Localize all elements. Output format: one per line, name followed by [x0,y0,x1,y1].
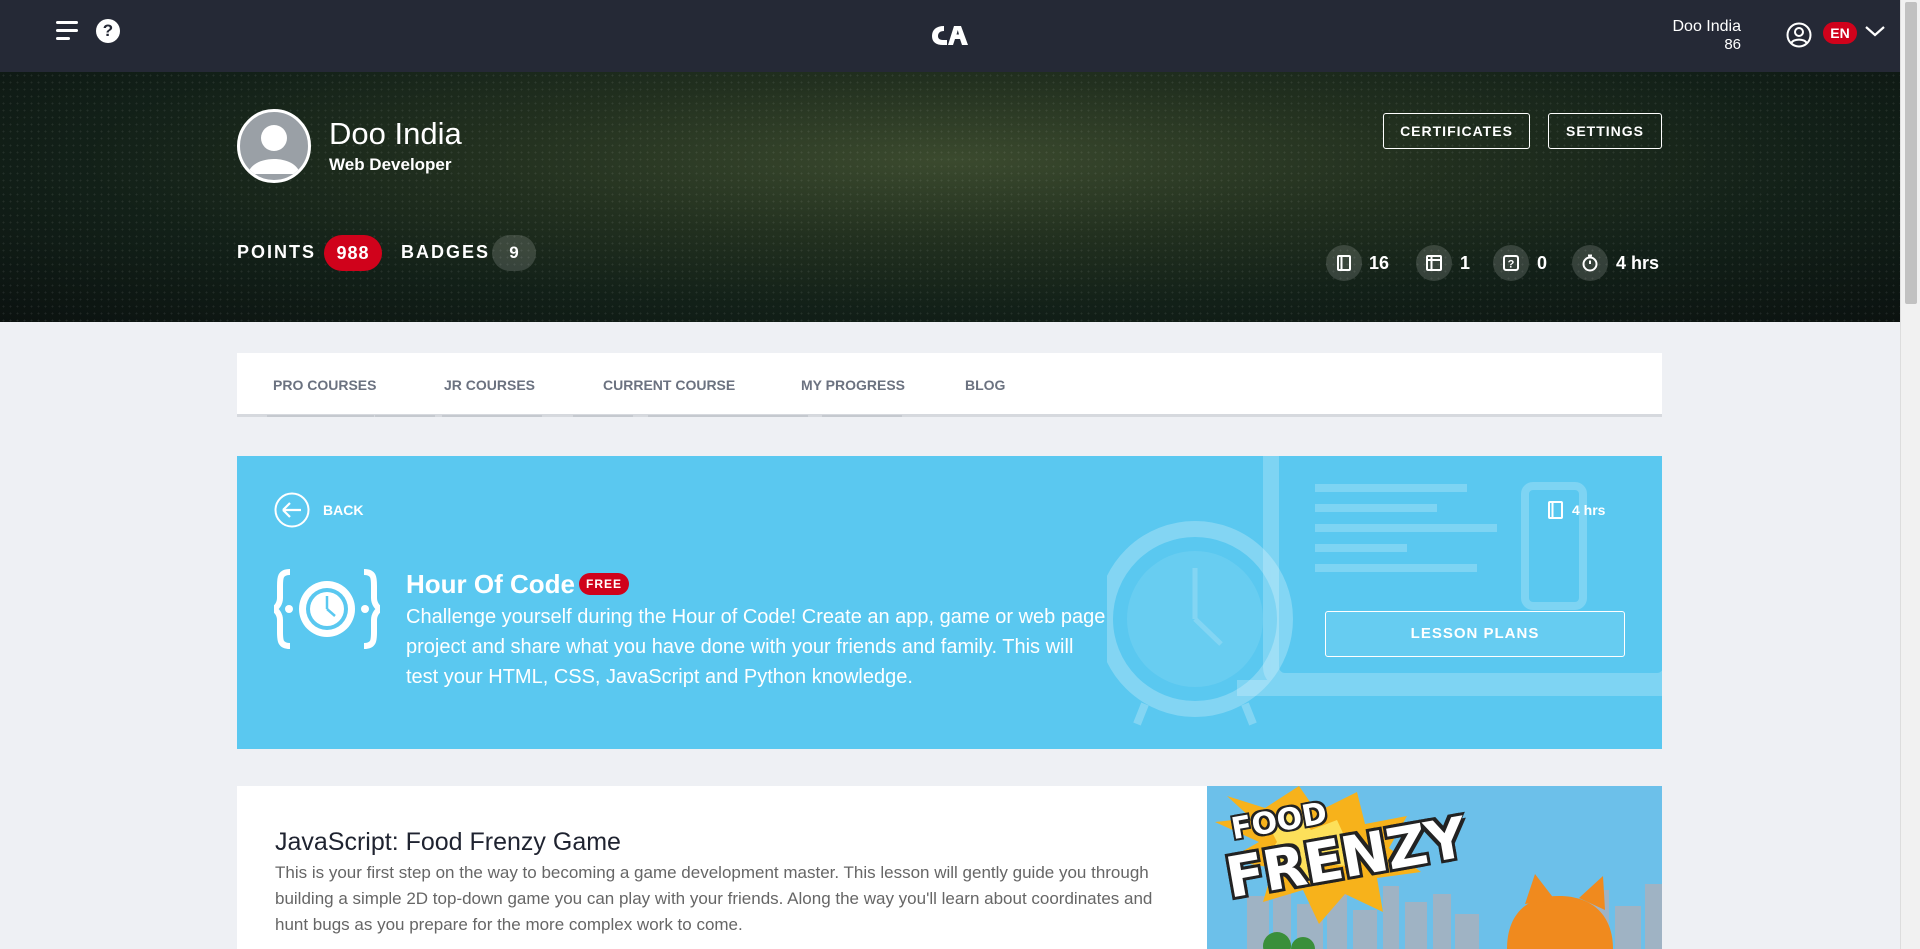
user-points: 86 [1724,36,1741,53]
question-icon: ? [1493,245,1529,281]
tab-divider [442,415,542,417]
course-description: Challenge yourself during the Hour of Co… [406,606,1106,688]
tab-divider [822,415,902,417]
hours-count: 4 hrs [1616,253,1660,273]
help-icon[interactable]: ? [96,19,120,43]
tab-divider [573,415,633,417]
top-nav-bar: ? Doo India 86 EN [0,0,1900,72]
user-avatar-icon[interactable] [1786,22,1812,48]
quizzes-count: 0 [1537,253,1548,273]
tab-pro-courses[interactable]: PRO COURSES [273,353,376,417]
tab-divider [648,415,808,417]
profile-avatar [237,109,311,183]
course-banner: BACK 4 hrs Hour Of Code FREE Challenge y… [237,456,1662,749]
tab-blog[interactable]: BLOG [965,353,1005,417]
tab-jr-courses[interactable]: JR COURSES [444,353,535,417]
page-scrollbar[interactable] [1900,0,1920,949]
food-frenzy-thumbnail[interactable]: FOOD FRENZY [1207,786,1662,949]
stopwatch-code-icon [274,569,380,649]
settings-button[interactable]: SETTINGS [1548,113,1662,149]
points-label: POINTS [237,242,317,262]
badges-value: 9 [492,235,536,271]
svg-text:?: ? [1508,259,1515,271]
tab-my-progress[interactable]: MY PROGRESS [801,353,905,417]
lesson-plans-button[interactable]: LESSON PLANS [1325,611,1625,657]
language-badge[interactable]: EN [1823,22,1857,44]
scrollbar-thumb[interactable] [1905,2,1917,304]
badges-label: BADGES [401,242,491,262]
chevron-down-icon[interactable] [1864,23,1886,39]
course-tabs: PRO COURSES JR COURSES CURRENT COURSE MY… [237,353,1662,417]
layout-icon [1416,245,1452,281]
course-duration: 4 hrs [1572,502,1606,518]
menu-icon[interactable] [56,20,84,42]
starfield-background [0,72,1900,322]
courses-count: 16 [1369,253,1390,273]
points-value: 988 [324,235,382,271]
tab-current-course[interactable]: CURRENT COURSE [603,353,735,417]
codeavengers-logo[interactable] [930,20,970,50]
lesson-card[interactable]: JavaScript: Food Frenzy Game This is you… [237,786,1207,949]
banner-illustration [1107,456,1662,726]
profile-name: Doo India [329,116,462,151]
tab-divider [375,415,435,417]
tab-divider [267,415,374,417]
book-icon [1548,501,1563,519]
book-icon [1326,245,1362,281]
profile-header: Doo India Web Developer CERTIFICATES SET… [0,72,1900,322]
free-badge: FREE [579,573,629,595]
certificates-button[interactable]: CERTIFICATES [1383,113,1530,149]
profile-role: Web Developer [329,155,452,174]
lesson-description: This is your first step on the way to be… [275,863,1153,934]
stopwatch-icon [1572,245,1608,281]
projects-count: 1 [1460,253,1471,273]
back-link[interactable]: BACK [323,502,363,518]
course-title: Hour Of Code [406,569,575,599]
lesson-title[interactable]: JavaScript: Food Frenzy Game [275,828,621,857]
user-name[interactable]: Doo India [1673,18,1742,36]
back-arrow-icon[interactable] [274,492,310,528]
